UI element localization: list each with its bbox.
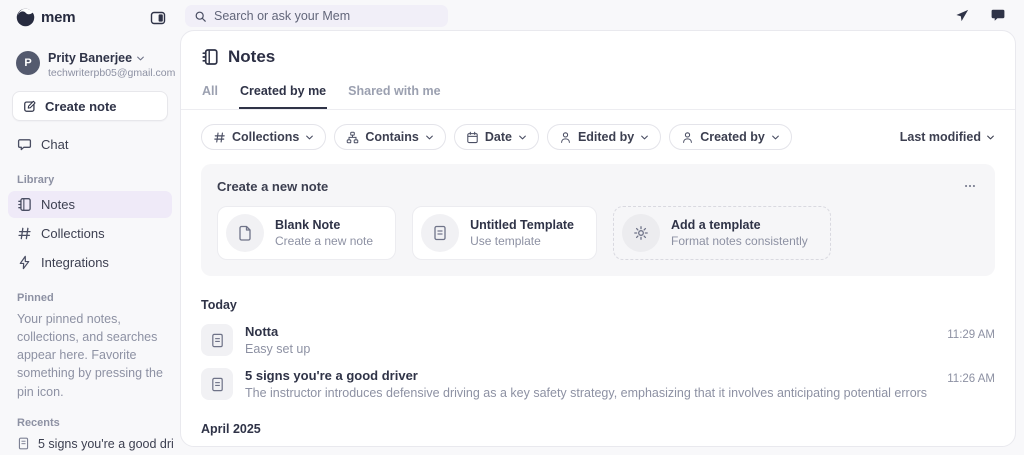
notebook-icon <box>201 48 219 66</box>
chat-icon <box>17 137 32 152</box>
hash-icon <box>213 131 226 144</box>
card-subtitle: Format notes consistently <box>671 234 808 248</box>
card-title: Blank Note <box>275 218 373 232</box>
filter-collections[interactable]: Collections <box>201 124 326 150</box>
chevron-down-icon <box>136 54 145 63</box>
note-title: 5 signs you're a good driver <box>245 368 927 383</box>
document-icon <box>17 437 30 450</box>
card-subtitle: Create a new note <box>275 234 373 248</box>
untitled-template-card[interactable]: Untitled Template Use template <box>412 206 597 260</box>
hash-icon <box>17 226 32 241</box>
sidebar-item-notes[interactable]: Notes <box>8 191 172 218</box>
person-icon <box>681 131 694 144</box>
sidebar-item-integrations[interactable]: Integrations <box>8 249 172 276</box>
filter-label: Edited by <box>578 130 634 144</box>
chat-filled-icon[interactable] <box>990 7 1006 23</box>
blank-page-icon <box>226 214 264 252</box>
sidebar: mem P Prity Banerjee techwriterpb05@gmai… <box>0 0 180 455</box>
recent-item[interactable]: 5 signs you're a good dri <box>0 432 180 455</box>
filter-label: Created by <box>700 130 765 144</box>
pinned-empty-text: Your pinned notes, collections, and sear… <box>0 307 180 401</box>
chevron-down-icon <box>305 133 314 142</box>
sidebar-toggle-icon[interactable] <box>150 10 166 26</box>
app-logo: mem <box>16 8 75 27</box>
pencil-square-icon <box>23 99 37 113</box>
filter-row: Collections Contains Date Edited by <box>201 124 995 150</box>
person-icon <box>559 131 572 144</box>
document-icon <box>201 324 233 356</box>
user-name: Prity Banerjee <box>48 51 132 65</box>
avatar: P <box>16 51 40 75</box>
recent-item-label: 5 signs you're a good dri <box>38 437 174 451</box>
document-icon <box>201 368 233 400</box>
sort-selector[interactable]: Last modified <box>900 130 995 144</box>
section-header-april-2025: April 2025 <box>201 422 995 436</box>
note-row-notta[interactable]: Notta Easy set up 11:29 AM <box>201 324 995 356</box>
calendar-icon <box>466 131 479 144</box>
send-icon[interactable] <box>955 8 970 23</box>
user-account[interactable]: P Prity Banerjee techwriterpb05@gmail.co… <box>0 27 180 79</box>
card-title: Untitled Template <box>470 218 574 232</box>
chevron-down-icon <box>986 133 995 142</box>
tab-created-by-me[interactable]: Created by me <box>239 80 327 109</box>
app-name: mem <box>41 9 75 26</box>
sidebar-item-chat[interactable]: Chat <box>8 131 172 158</box>
notebook-icon <box>17 197 32 212</box>
card-subtitle: Use template <box>470 234 574 248</box>
ellipsis-icon[interactable] <box>961 177 979 195</box>
filter-label: Collections <box>232 130 299 144</box>
chevron-down-icon <box>518 133 527 142</box>
create-note-panel: Create a new note Blank Note Create a ne… <box>201 164 995 276</box>
panel-title: Create a new note <box>217 179 328 194</box>
search-input[interactable] <box>214 9 439 23</box>
sidebar-item-label: Chat <box>41 137 68 152</box>
search-bar[interactable] <box>185 5 448 27</box>
sidebar-item-label: Notes <box>41 197 75 212</box>
create-note-button[interactable]: Create note <box>12 91 168 121</box>
notes-tabs: All Created by me Shared with me <box>181 80 1015 110</box>
tab-shared-with-me[interactable]: Shared with me <box>347 80 441 109</box>
gear-icon <box>622 214 660 252</box>
filter-created-by[interactable]: Created by <box>669 124 792 150</box>
filter-edited-by[interactable]: Edited by <box>547 124 661 150</box>
bolt-icon <box>17 255 32 270</box>
add-template-card[interactable]: Add a template Format notes consistently <box>613 206 831 260</box>
filter-label: Date <box>485 130 512 144</box>
note-title: Notta <box>245 324 310 339</box>
note-timestamp: 11:29 AM <box>947 324 995 341</box>
sitemap-icon <box>346 131 359 144</box>
card-title: Add a template <box>671 218 808 232</box>
note-timestamp: 11:26 AM <box>947 368 995 385</box>
note-subtitle: The instructor introduces defensive driv… <box>245 386 927 400</box>
blank-note-card[interactable]: Blank Note Create a new note <box>217 206 396 260</box>
tab-all[interactable]: All <box>201 80 219 109</box>
sidebar-item-collections[interactable]: Collections <box>8 220 172 247</box>
mem-logo-icon <box>16 8 35 27</box>
sidebar-item-label: Integrations <box>41 255 109 270</box>
template-page-icon <box>421 214 459 252</box>
filter-label: Contains <box>365 130 418 144</box>
chevron-down-icon <box>425 133 434 142</box>
create-note-label: Create note <box>45 99 117 114</box>
user-email: techwriterpb05@gmail.com <box>48 67 175 79</box>
sort-label: Last modified <box>900 130 981 144</box>
library-section-label: Library <box>0 158 180 189</box>
section-header-today: Today <box>201 298 995 312</box>
recents-section-label: Recents <box>0 401 180 432</box>
main-content: Notes All Created by me Shared with me C… <box>180 30 1016 447</box>
pinned-section-label: Pinned <box>0 276 180 307</box>
search-icon <box>194 10 207 23</box>
chevron-down-icon <box>771 133 780 142</box>
sidebar-item-label: Collections <box>41 226 105 241</box>
chevron-down-icon <box>640 133 649 142</box>
filter-date[interactable]: Date <box>454 124 539 150</box>
note-subtitle: Easy set up <box>245 342 310 356</box>
page-title: Notes <box>228 47 275 67</box>
filter-contains[interactable]: Contains <box>334 124 445 150</box>
note-row-5-signs[interactable]: 5 signs you're a good driver The instruc… <box>201 368 995 400</box>
